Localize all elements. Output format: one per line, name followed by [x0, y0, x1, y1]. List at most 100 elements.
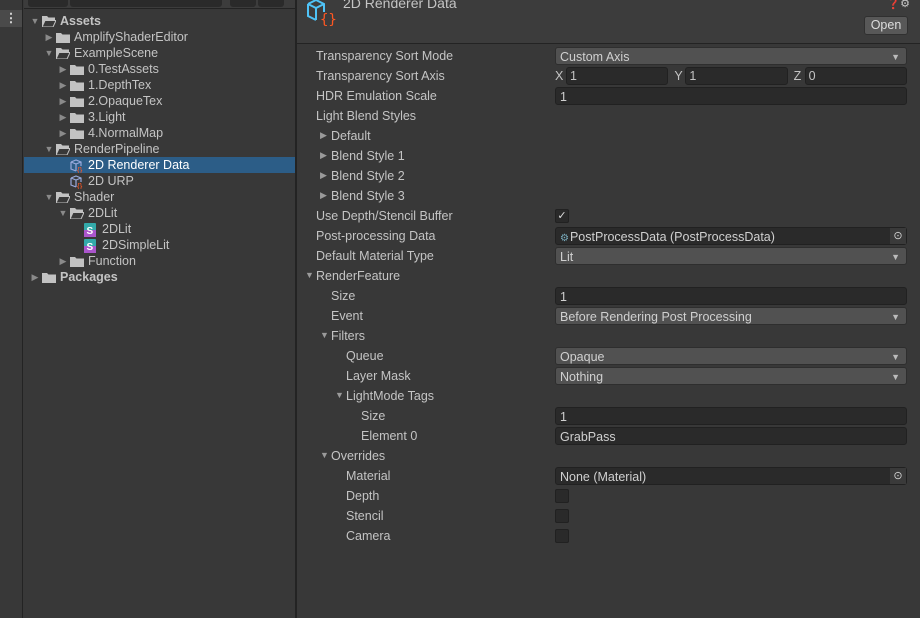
expanded-arrow-icon[interactable]: ▼	[44, 141, 54, 157]
field-label: Camera	[346, 529, 391, 543]
vector-component: X1	[555, 67, 669, 85]
field-row: ▶ Blend Style 3	[297, 186, 920, 206]
collapsed-arrow-icon[interactable]: ▶	[320, 170, 327, 181]
collapsed-arrow-icon[interactable]: ▶	[58, 109, 68, 125]
vector-y-input[interactable]: 1	[685, 67, 788, 85]
panel-menu-button[interactable]: ⋮	[0, 10, 22, 27]
dropdown-field[interactable]: Custom Axis ▼	[555, 47, 907, 65]
folder-open-icon	[55, 191, 71, 204]
collapsed-arrow-icon[interactable]: ▶	[320, 150, 327, 161]
filter-type-button[interactable]	[230, 0, 256, 7]
tree-item-label: 2D Renderer Data	[88, 158, 190, 172]
svg-text:{}: {}	[77, 182, 83, 189]
checkbox[interactable]	[555, 489, 569, 503]
field-row: ▼ Filters	[297, 326, 920, 346]
tree-item[interactable]: ▼ Assets	[24, 13, 296, 29]
vector-x-input[interactable]: 1	[566, 67, 669, 85]
collapsed-arrow-icon[interactable]: ▶	[44, 29, 54, 45]
collapsed-arrow-icon[interactable]: ▶	[30, 269, 40, 285]
tree-item[interactable]: S 2DLit	[24, 221, 296, 237]
collapsed-arrow-icon[interactable]: ▶	[58, 61, 68, 77]
field-label: Size	[331, 289, 356, 303]
field-label[interactable]: Overrides	[331, 449, 385, 463]
dropdown-field[interactable]: Nothing ▼	[555, 367, 907, 385]
tree-item[interactable]: ▼ 2DLit	[24, 205, 296, 221]
tree-item[interactable]: ▼ Shader	[24, 189, 296, 205]
tree-item[interactable]: ▶ Function	[24, 253, 296, 269]
dropdown-field[interactable]: Opaque ▼	[555, 347, 907, 365]
help-settings-icons[interactable]: ❓⚙	[886, 0, 910, 10]
tree-item[interactable]: ▶ 0.TestAssets	[24, 61, 296, 77]
object-picker-icon[interactable]: ⊙	[890, 468, 906, 484]
dropdown-caret-icon: ▼	[891, 52, 900, 62]
checkbox[interactable]	[555, 509, 569, 523]
svg-text:S: S	[87, 242, 94, 253]
field-label[interactable]: Filters	[331, 329, 365, 343]
tree-item[interactable]: ▶ 1.DepthTex	[24, 77, 296, 93]
search-input[interactable]	[70, 0, 222, 7]
text-field[interactable]: 1	[555, 407, 907, 425]
folder-open-icon	[55, 47, 71, 60]
vector-z-input[interactable]: 0	[804, 67, 907, 85]
dropdown-field[interactable]: Lit ▼	[555, 247, 907, 265]
collapsed-arrow-icon[interactable]: ▶	[320, 190, 327, 201]
expanded-arrow-icon[interactable]: ▼	[44, 189, 54, 205]
tree-item[interactable]: ▶ AmplifyShaderEditor	[24, 29, 296, 45]
tree-item[interactable]: {} 2D URP	[24, 173, 296, 191]
checkbox[interactable]	[555, 529, 569, 543]
expanded-arrow-icon[interactable]: ▼	[58, 205, 68, 221]
folder-icon	[70, 255, 84, 267]
tree-item-label: 4.NormalMap	[88, 126, 164, 140]
object-field[interactable]: ⚙PostProcessData (PostProcessData) ⊙	[555, 227, 907, 245]
checkbox[interactable]: ✓	[555, 209, 569, 223]
expanded-arrow-icon[interactable]: ▼	[44, 45, 54, 61]
tree-item[interactable]: ▶ Packages	[24, 269, 296, 285]
object-field[interactable]: None (Material) ⊙	[555, 467, 907, 485]
field-row: Default Material Type Lit ▼	[297, 246, 920, 266]
field-row: Post-processing Data ⚙PostProcessData (Po…	[297, 226, 920, 246]
object-picker-icon[interactable]: ⊙	[890, 228, 906, 244]
create-button[interactable]	[28, 0, 68, 7]
tree-item[interactable]: ▼ ExampleScene	[24, 45, 296, 61]
field-label[interactable]: Default	[331, 129, 371, 143]
folder-icon	[70, 63, 84, 75]
field-label[interactable]: Blend Style 2	[331, 169, 405, 183]
expanded-arrow-icon[interactable]: ▼	[320, 450, 329, 460]
tree-item[interactable]: S 2DSimpleLit	[24, 237, 296, 253]
dropdown-value: Custom Axis	[560, 50, 630, 64]
tree-item[interactable]: ▶ 3.Light	[24, 109, 296, 125]
dropdown-value: Lit	[560, 250, 574, 264]
tree-item[interactable]: ▶ 2.OpaqueTex	[24, 93, 296, 109]
field-label[interactable]: LightMode Tags	[346, 389, 434, 403]
collapsed-arrow-icon[interactable]: ▶	[58, 77, 68, 93]
open-button[interactable]: Open	[864, 16, 908, 35]
field-label[interactable]: Blend Style 3	[331, 189, 405, 203]
dropdown-caret-icon: ▼	[891, 252, 900, 262]
tree-item[interactable]: ▼ RenderPipeline	[24, 141, 296, 157]
text-field[interactable]: 1	[555, 87, 907, 105]
folder-icon	[70, 111, 84, 123]
collapsed-arrow-icon[interactable]: ▶	[320, 130, 327, 141]
field-label: Layer Mask	[346, 369, 411, 383]
field-label: Size	[361, 409, 386, 423]
field-row: ▼ RenderFeature	[297, 266, 920, 286]
field-row: Queue Opaque ▼	[297, 346, 920, 366]
text-field[interactable]: GrabPass	[555, 427, 907, 445]
tree-item[interactable]: {} 2D Renderer Data	[24, 157, 296, 175]
project-toolbar	[24, 0, 296, 9]
expanded-arrow-icon[interactable]: ▼	[320, 330, 329, 340]
vector-component: Y1	[674, 67, 788, 85]
field-label[interactable]: RenderFeature	[316, 269, 400, 283]
filter-label-button[interactable]	[258, 0, 284, 7]
collapsed-arrow-icon[interactable]: ▶	[58, 93, 68, 109]
expanded-arrow-icon[interactable]: ▼	[335, 390, 344, 400]
collapsed-arrow-icon[interactable]: ▶	[58, 125, 68, 141]
dropdown-caret-icon: ▼	[891, 372, 900, 382]
text-field[interactable]: 1	[555, 287, 907, 305]
expanded-arrow-icon[interactable]: ▼	[305, 270, 314, 280]
dropdown-field[interactable]: Before Rendering Post Processing ▼	[555, 307, 907, 325]
tree-item[interactable]: ▶ 4.NormalMap	[24, 125, 296, 141]
field-label[interactable]: Blend Style 1	[331, 149, 405, 163]
collapsed-arrow-icon[interactable]: ▶	[58, 253, 68, 269]
expanded-arrow-icon[interactable]: ▼	[30, 13, 40, 29]
